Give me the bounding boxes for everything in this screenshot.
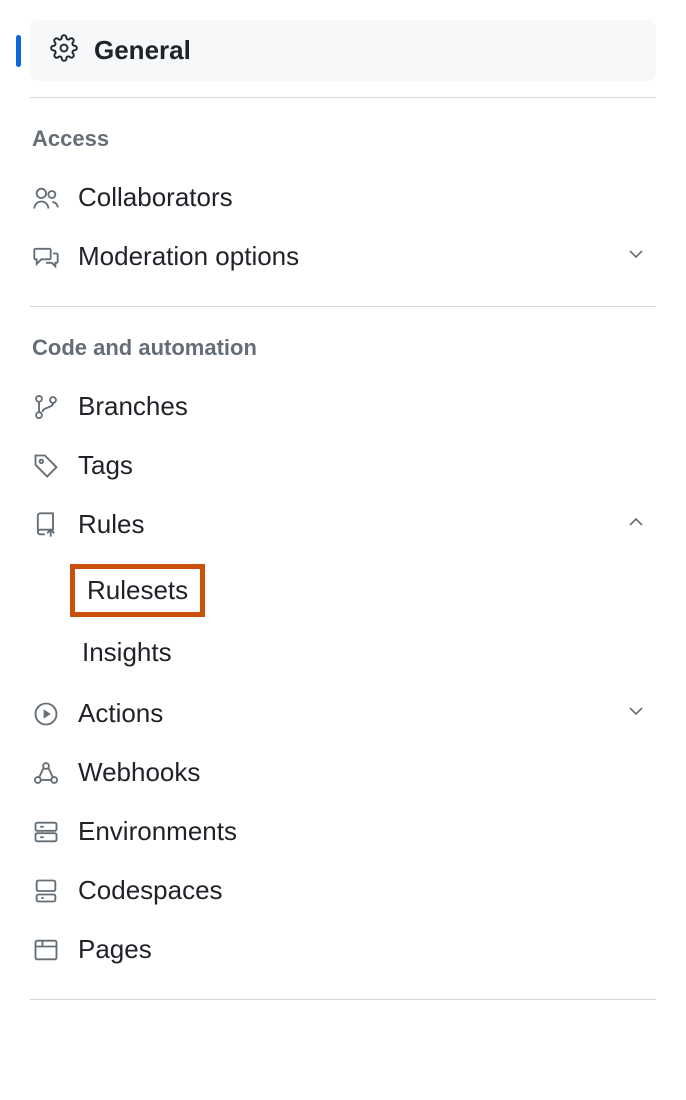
sidebar-item-label: Actions [78, 698, 624, 729]
sidebar-item-label: Collaborators [78, 182, 648, 213]
server-icon [32, 818, 68, 846]
sidebar-item-actions[interactable]: Actions [30, 684, 656, 743]
sidebar-item-webhooks[interactable]: Webhooks [30, 743, 656, 802]
sidebar-item-pages[interactable]: Pages [30, 920, 656, 979]
sidebar-item-general[interactable]: General [30, 20, 656, 81]
highlight-box: Rulesets [70, 564, 205, 617]
sidebar-item-label: Tags [78, 450, 648, 481]
sidebar-item-label: Pages [78, 934, 648, 965]
chevron-down-icon [624, 242, 648, 271]
sidebar-item-branches[interactable]: Branches [30, 377, 656, 436]
sidebar-item-label: Insights [82, 637, 172, 667]
sidebar-item-label: General [94, 35, 191, 66]
sidebar-subitem-insights[interactable]: Insights [30, 627, 656, 678]
codespaces-icon [32, 877, 68, 905]
repo-push-icon [32, 511, 68, 539]
sidebar-item-collaborators[interactable]: Collaborators [30, 168, 656, 227]
sidebar-item-label: Webhooks [78, 757, 648, 788]
divider [30, 999, 656, 1000]
sidebar-item-tags[interactable]: Tags [30, 436, 656, 495]
sidebar-item-codespaces[interactable]: Codespaces [30, 861, 656, 920]
sidebar-item-moderation[interactable]: Moderation options [30, 227, 656, 286]
sidebar-subitem-rulesets[interactable]: Rulesets [30, 560, 656, 627]
rules-children: Rulesets Insights [30, 560, 656, 678]
browser-icon [32, 936, 68, 964]
divider [30, 306, 656, 307]
git-branch-icon [32, 393, 68, 421]
gear-icon [50, 34, 78, 67]
chevron-down-icon [624, 699, 648, 728]
section-title-code-automation: Code and automation [32, 335, 656, 377]
divider [30, 97, 656, 98]
settings-sidebar: General Access Collaborators Moderation … [30, 20, 656, 1000]
chevron-up-icon [624, 510, 648, 539]
sidebar-item-rules[interactable]: Rules [30, 495, 656, 554]
section-title-access: Access [32, 126, 656, 168]
sidebar-item-environments[interactable]: Environments [30, 802, 656, 861]
sidebar-item-label: Rules [78, 509, 624, 540]
sidebar-item-label: Branches [78, 391, 648, 422]
sidebar-item-label: Codespaces [78, 875, 648, 906]
play-circle-icon [32, 700, 68, 728]
comment-discussion-icon [32, 243, 68, 271]
tag-icon [32, 452, 68, 480]
sidebar-item-label: Moderation options [78, 241, 624, 272]
webhook-icon [32, 759, 68, 787]
people-icon [32, 184, 68, 212]
sidebar-item-label: Rulesets [87, 575, 188, 605]
sidebar-item-label: Environments [78, 816, 648, 847]
